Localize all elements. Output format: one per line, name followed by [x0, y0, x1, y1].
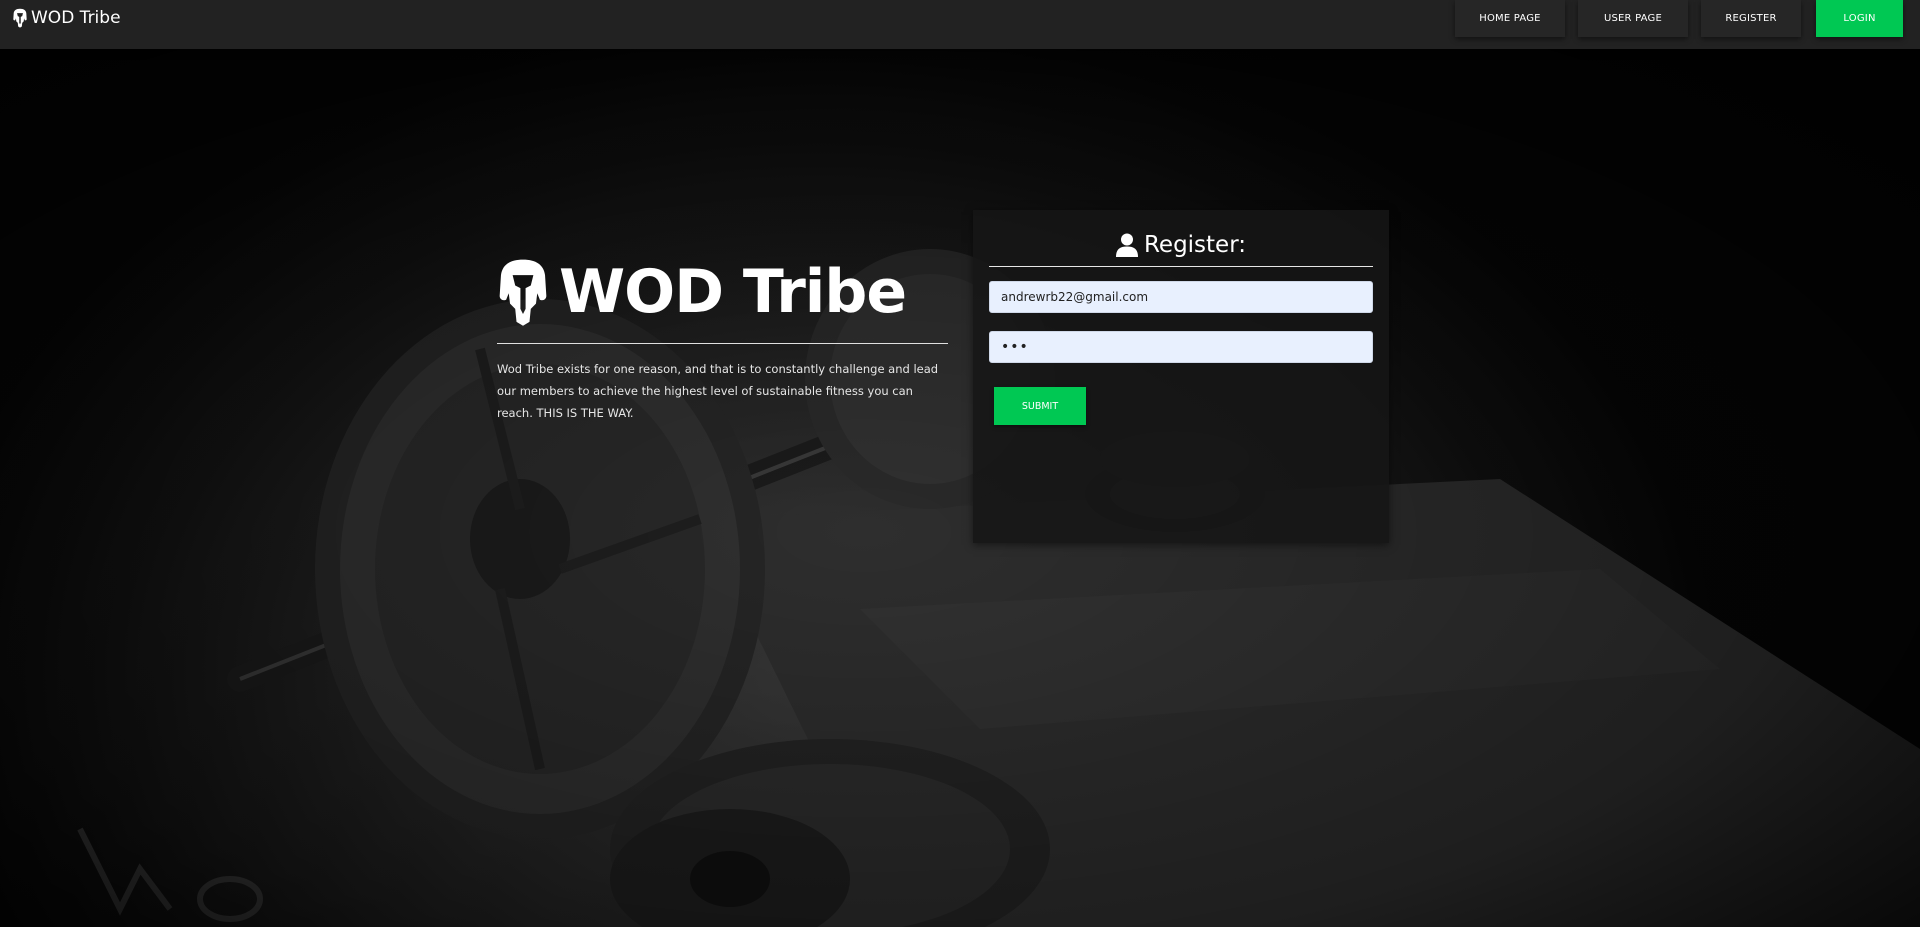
register-card: Register: SUBMIT: [973, 210, 1389, 543]
register-header: Register:: [989, 224, 1373, 267]
nav-home-page[interactable]: HOME PAGE: [1455, 0, 1565, 37]
intro-title: WOD Tribe: [497, 249, 948, 335]
brand-link[interactable]: WOD Tribe: [12, 6, 121, 30]
mandalorian-skull-icon: [13, 8, 27, 28]
submit-button[interactable]: SUBMIT: [994, 387, 1086, 425]
mandalorian-skull-icon: [499, 259, 547, 326]
email-field[interactable]: [989, 281, 1373, 313]
password-field[interactable]: [989, 331, 1373, 363]
intro-divider: [497, 343, 948, 344]
register-title: Register:: [1143, 232, 1247, 258]
intro-section: WOD Tribe Wod Tribe exists for one reaso…: [497, 249, 948, 424]
brand-name: WOD Tribe: [31, 8, 121, 28]
top-navbar: WOD Tribe HOME PAGE USER PAGE REGISTER L…: [0, 0, 1920, 49]
intro-heading: WOD Tribe: [559, 257, 907, 327]
intro-description: Wod Tribe exists for one reason, and tha…: [497, 362, 939, 420]
user-icon: [1115, 233, 1138, 257]
gym-barbell-background-image: [0, 49, 1920, 927]
nav-login[interactable]: LOGIN: [1816, 0, 1903, 37]
nav-user-page[interactable]: USER PAGE: [1578, 0, 1688, 37]
hero-section: WOD Tribe Wod Tribe exists for one reaso…: [0, 49, 1920, 927]
nav-register[interactable]: REGISTER: [1701, 0, 1801, 37]
